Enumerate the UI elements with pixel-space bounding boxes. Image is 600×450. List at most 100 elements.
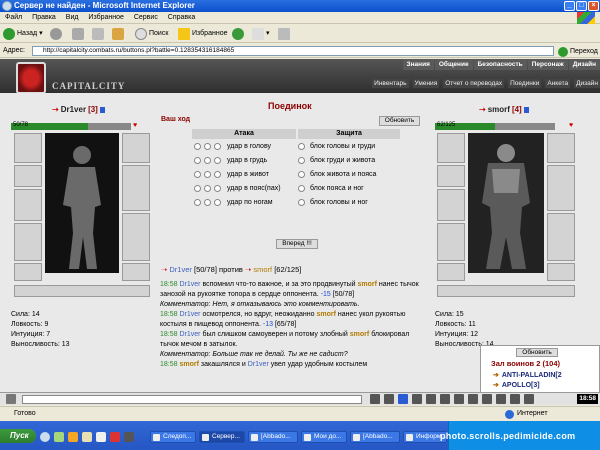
window-titlebar[interactable]: Сервер не найден - Microsoft Internet Ex…	[0, 0, 600, 12]
defense-radio[interactable]	[298, 157, 305, 164]
attack-radio[interactable]	[194, 143, 201, 150]
favorites-button[interactable]: Избранное	[178, 27, 227, 41]
quicklaunch-media-icon[interactable]	[68, 432, 78, 442]
quicklaunch-app-icon[interactable]	[110, 432, 120, 442]
slot-armor[interactable]	[14, 223, 42, 261]
chat-tool-icon[interactable]	[426, 394, 436, 404]
attack-radio[interactable]	[214, 171, 221, 178]
slot-gloves[interactable]	[122, 133, 150, 163]
chat-tool-icon[interactable]	[384, 394, 394, 404]
nav-design[interactable]: Дизайн	[568, 59, 600, 70]
quicklaunch-desktop-icon[interactable]	[54, 432, 64, 442]
task-button[interactable]: Мои до...	[301, 431, 347, 443]
subnav-battles[interactable]: Поединки	[508, 79, 542, 88]
start-button[interactable]: Пуск	[0, 429, 36, 443]
slot-bottom-row[interactable]	[437, 285, 575, 297]
quicklaunch-app-icon[interactable]	[96, 432, 106, 442]
maximize-button[interactable]: □	[576, 1, 587, 11]
chat-tool-icon[interactable]	[496, 394, 506, 404]
slot-rings[interactable]	[547, 165, 575, 211]
attack-radio[interactable]	[204, 143, 211, 150]
slot-boots[interactable]	[122, 263, 150, 281]
attack-radio[interactable]	[214, 143, 221, 150]
slot-weapon-left[interactable]	[14, 189, 42, 221]
chat-tool-icon[interactable]	[468, 394, 478, 404]
slot-weapon-left[interactable]	[437, 189, 465, 221]
chat-tool-icon[interactable]	[412, 394, 422, 404]
chat-tool-icon[interactable]	[454, 394, 464, 404]
menu-file[interactable]: Файл	[5, 14, 22, 21]
slot-belt[interactable]	[437, 263, 465, 281]
slot-boots[interactable]	[547, 263, 575, 281]
task-button[interactable]: [Abbado...	[248, 431, 298, 443]
attack-radio[interactable]	[194, 171, 201, 178]
chat-tool-icon[interactable]	[440, 394, 450, 404]
slot-helmet[interactable]	[14, 133, 42, 163]
quicklaunch-folder-icon[interactable]	[82, 432, 92, 442]
home-button[interactable]	[112, 27, 124, 41]
room-refresh-button[interactable]: Обновить	[516, 348, 558, 357]
menu-favorites[interactable]: Избранное	[88, 14, 123, 21]
attack-radio[interactable]	[204, 185, 211, 192]
subnav-design[interactable]: Дизайн	[574, 79, 600, 88]
attack-radio[interactable]	[204, 157, 211, 164]
print-button[interactable]	[278, 27, 290, 41]
mail-button[interactable]: ▾	[252, 27, 270, 41]
slot-earring[interactable]	[437, 165, 465, 187]
defense-radio[interactable]	[298, 185, 305, 192]
player2-avatar[interactable]	[468, 133, 544, 273]
info-icon[interactable]	[523, 106, 529, 113]
attack-radio[interactable]	[194, 185, 201, 192]
player2-name[interactable]: ➝ smorf [4]	[479, 105, 529, 114]
slot-weapon-right[interactable]	[122, 213, 150, 261]
menu-view[interactable]: Вид	[66, 14, 79, 21]
attack-radio[interactable]	[214, 157, 221, 164]
slot-bottom-row[interactable]	[14, 285, 150, 297]
nav-knowledge[interactable]: Знания	[402, 59, 434, 70]
slot-armor[interactable]	[437, 223, 465, 261]
subnav-transfers[interactable]: Отчет о переводах	[443, 79, 505, 88]
nav-character[interactable]: Персонаж	[527, 59, 568, 70]
slot-rings[interactable]	[122, 165, 150, 211]
nav-security[interactable]: Безопасность	[473, 59, 527, 70]
go-button[interactable]: Переход	[558, 45, 598, 59]
slot-helmet[interactable]	[437, 133, 465, 163]
slot-earring[interactable]	[14, 165, 42, 187]
room-user[interactable]: ➔ ANTI-PALLADIN[2	[493, 371, 562, 380]
refresh-button[interactable]: Обновить	[379, 116, 420, 126]
attack-radio[interactable]	[204, 199, 211, 206]
task-button[interactable]: [Abbado...	[350, 431, 400, 443]
attack-radio[interactable]	[214, 185, 221, 192]
close-button[interactable]: ×	[588, 1, 599, 11]
forward-attack-button[interactable]: Вперед !!!	[276, 239, 318, 249]
back-button[interactable]: Назад ▾	[3, 27, 43, 41]
chat-menu-icon[interactable]	[6, 394, 16, 404]
menu-tools[interactable]: Сервис	[134, 14, 158, 21]
refresh-page-button[interactable]	[92, 27, 104, 41]
room-user[interactable]: ➔ APOLLO[3]	[493, 381, 540, 390]
chat-tool-icon[interactable]	[482, 394, 492, 404]
defense-radio[interactable]	[298, 171, 305, 178]
chat-input[interactable]	[22, 395, 362, 404]
chat-tool-icon[interactable]	[370, 394, 380, 404]
slot-weapon-right[interactable]	[547, 213, 575, 261]
nav-communication[interactable]: Общение	[434, 59, 473, 70]
attack-radio[interactable]	[214, 199, 221, 206]
player1-name[interactable]: ➝ Dr1ver [3]	[52, 105, 105, 114]
subnav-inventory[interactable]: Инвентарь	[372, 79, 409, 88]
menu-edit[interactable]: Правка	[32, 14, 56, 21]
filter-icon[interactable]	[398, 394, 408, 404]
attack-radio[interactable]	[204, 171, 211, 178]
menu-help[interactable]: Справка	[168, 14, 195, 21]
defense-radio[interactable]	[298, 199, 305, 206]
forward-button[interactable]	[50, 27, 62, 41]
player1-avatar[interactable]	[45, 133, 119, 273]
chat-tool-icon[interactable]	[524, 394, 534, 404]
media-button[interactable]	[232, 27, 244, 41]
chat-tool-icon[interactable]	[510, 394, 520, 404]
task-button[interactable]: Следоп...	[150, 431, 196, 443]
slot-gloves[interactable]	[547, 133, 575, 163]
info-icon[interactable]	[99, 106, 105, 113]
attack-radio[interactable]	[194, 157, 201, 164]
defense-radio[interactable]	[298, 143, 305, 150]
